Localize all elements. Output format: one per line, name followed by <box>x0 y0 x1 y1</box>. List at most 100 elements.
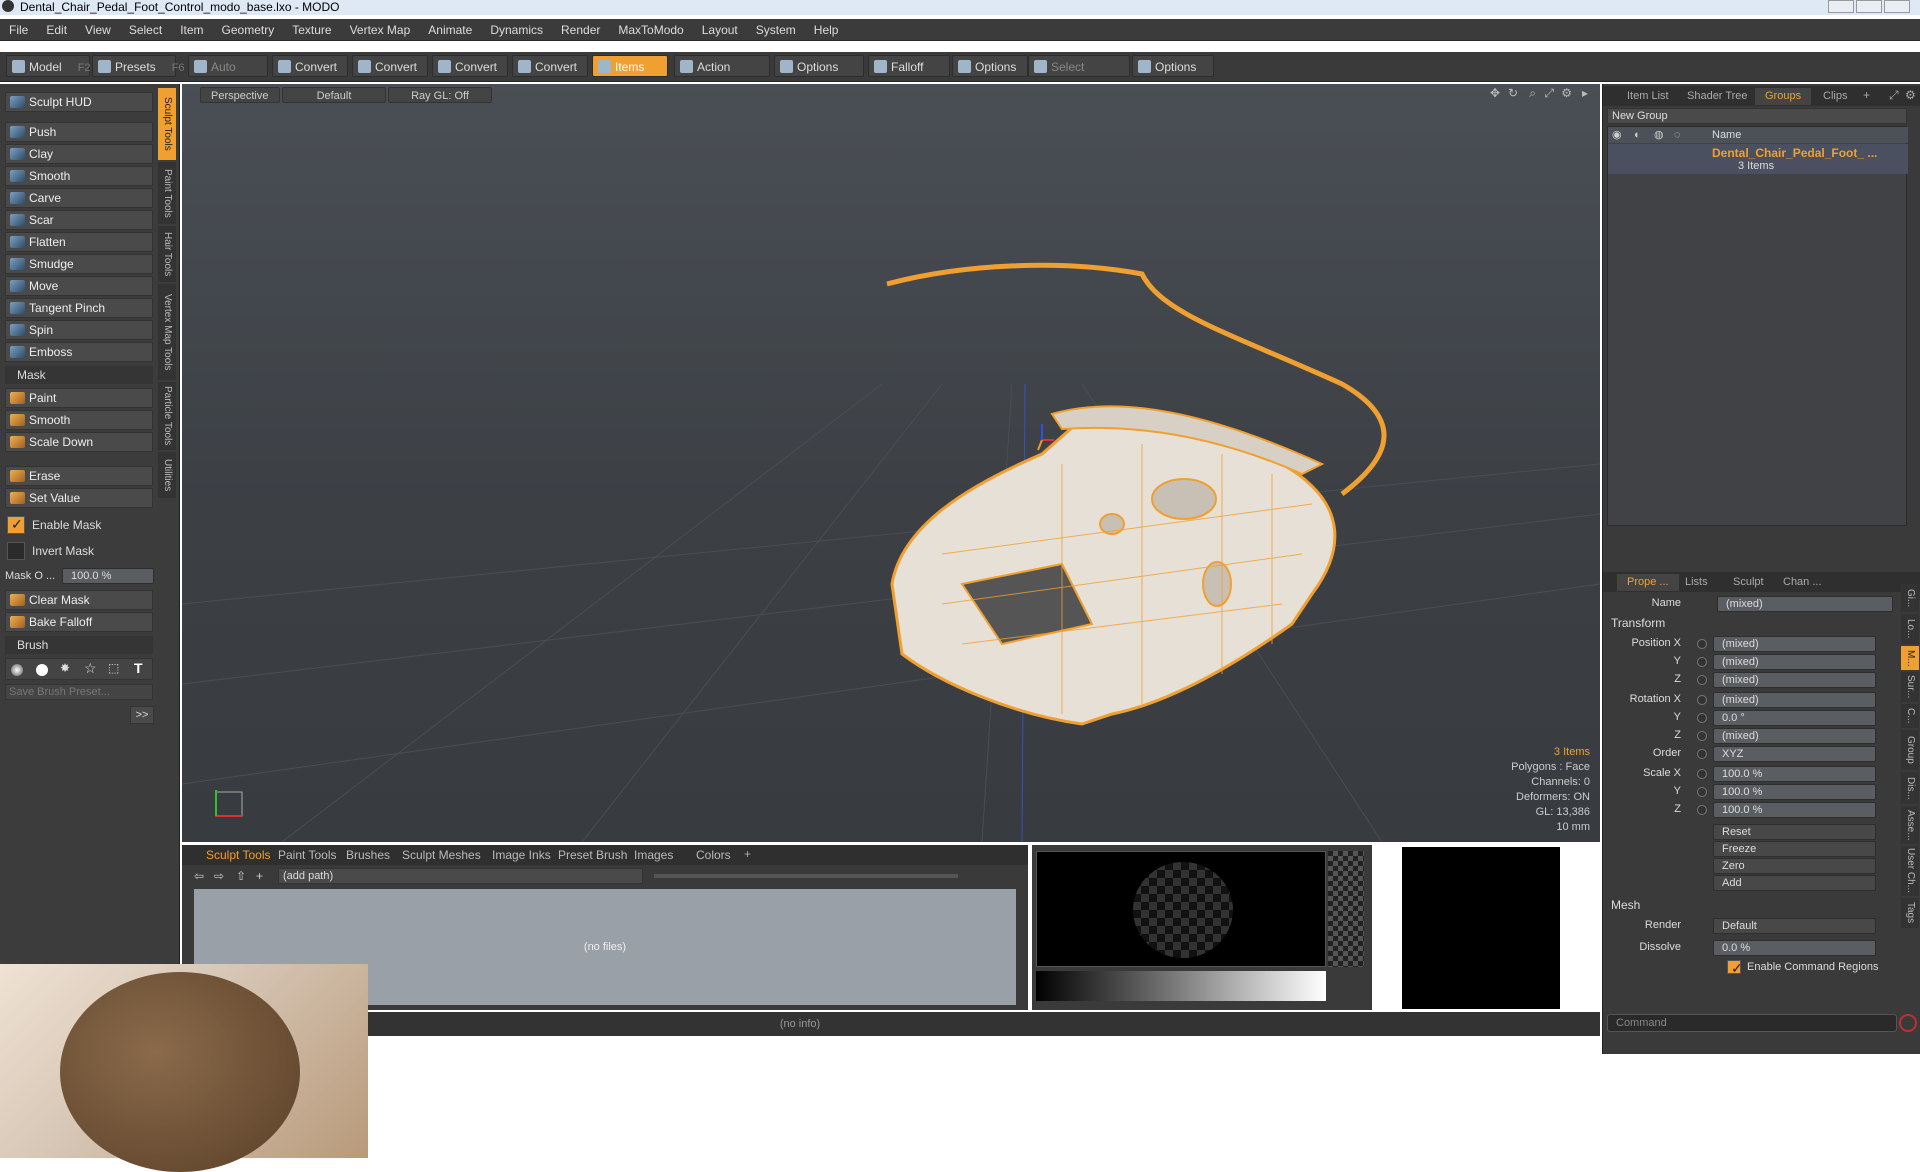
convert-button-4[interactable]: Convert <box>512 55 588 77</box>
thumbnail-size-slider[interactable] <box>654 874 958 878</box>
menu-select[interactable]: Select <box>120 19 171 41</box>
text-brush-icon[interactable]: T <box>134 660 143 676</box>
options-button-2[interactable]: Options <box>952 55 1028 77</box>
menu-texture[interactable]: Texture <box>283 19 340 41</box>
vtab-lo[interactable]: Lo... <box>1901 614 1919 644</box>
rotation-x-field[interactable]: (mixed) <box>1713 692 1876 708</box>
reset-dropdown[interactable]: Reset <box>1713 824 1876 840</box>
hard-brush-icon[interactable] <box>36 664 48 676</box>
tab-clips[interactable]: Clips <box>1813 88 1857 105</box>
new-group-button[interactable]: New Group <box>1607 108 1907 124</box>
minimize-button[interactable] <box>1828 0 1854 13</box>
key-icon[interactable] <box>1697 639 1707 649</box>
key-icon[interactable] <box>1697 769 1707 779</box>
tool-clay[interactable]: Clay <box>5 144 153 164</box>
command-input[interactable]: Command <box>1607 1014 1897 1032</box>
mask-paint[interactable]: Paint <box>5 388 153 408</box>
add-dropdown[interactable]: Add <box>1713 875 1876 891</box>
mesh-section-header[interactable]: Mesh <box>1611 898 1640 912</box>
vtab-user-ch[interactable]: User Ch... <box>1901 846 1919 896</box>
tab-utilities[interactable]: Utilities <box>158 452 176 498</box>
menu-edit[interactable]: Edit <box>37 19 76 41</box>
btab-sculpt-meshes[interactable]: Sculpt Meshes <box>396 845 487 865</box>
menu-geometry[interactable]: Geometry <box>213 19 284 41</box>
menu-animate[interactable]: Animate <box>419 19 481 41</box>
menu-help[interactable]: Help <box>805 19 848 41</box>
btab-paint-tools[interactable]: Paint Tools <box>272 845 342 865</box>
save-brush-preset-field[interactable]: Save Brush Preset... <box>5 684 153 700</box>
gear-icon[interactable]: ⚙ <box>1905 88 1916 102</box>
presets-button[interactable]: Presets F6 <box>92 55 185 77</box>
vtab-gi[interactable]: Gi... <box>1901 584 1919 612</box>
auto-select-button[interactable]: Auto Select <box>188 55 268 96</box>
bake-falloff-button[interactable]: Bake Falloff <box>5 612 153 632</box>
key-icon[interactable] <box>1697 695 1707 705</box>
tab-hair-tools[interactable]: Hair Tools <box>158 226 176 282</box>
rotation-z-field[interactable]: (mixed) <box>1713 728 1876 744</box>
key-icon[interactable] <box>1697 749 1707 759</box>
tab-sculpt-tools[interactable]: Sculpt Tools <box>158 88 176 160</box>
tab-vertex-map-tools[interactable]: Vertex Map Tools <box>158 284 176 380</box>
menu-view[interactable]: View <box>76 19 120 41</box>
vtab-dis[interactable]: Dis... <box>1901 772 1919 804</box>
vtab-group[interactable]: Group <box>1901 730 1919 770</box>
vtab-c[interactable]: C... <box>1901 704 1919 728</box>
enable-mask-checkbox[interactable] <box>7 516 25 534</box>
back-arrow-icon[interactable]: ⇦ <box>194 869 204 883</box>
vtab-tags[interactable]: Tags <box>1901 898 1919 928</box>
3d-viewport[interactable]: Perspective Default Ray GL: Off ✥ ↻ ⌕ ⤢ … <box>182 84 1600 842</box>
visibility-eye-icon[interactable]: ◉ <box>1612 127 1622 143</box>
tool-smooth[interactable]: Smooth <box>5 166 153 186</box>
select-through-button[interactable]: Select Through <box>1028 55 1130 96</box>
transform-section-header[interactable]: Transform <box>1611 616 1665 630</box>
key-icon[interactable] <box>1697 731 1707 741</box>
invert-mask-checkbox[interactable] <box>7 542 25 560</box>
select-icon[interactable]: ◌ <box>1674 127 1681 143</box>
menu-system[interactable]: System <box>747 19 805 41</box>
convert-button-1[interactable]: Convert <box>272 55 348 77</box>
menu-item[interactable]: Item <box>171 19 212 41</box>
clear-mask-button[interactable]: Clear Mask <box>5 590 153 610</box>
btab-image-inks[interactable]: Image Inks <box>486 845 557 865</box>
record-icon[interactable] <box>1899 1014 1917 1032</box>
tab-particle-tools[interactable]: Particle Tools <box>158 382 176 450</box>
menu-file[interactable]: File <box>0 19 37 41</box>
items-button[interactable]: Items <box>592 55 668 77</box>
render-icon[interactable]: ◐ <box>1634 127 1641 143</box>
menu-maxtomodo[interactable]: MaxToModo <box>609 19 692 41</box>
falloff-gradient[interactable] <box>1036 971 1326 1001</box>
mask-scale-down[interactable]: Scale Down <box>5 432 153 452</box>
btab-brushes[interactable]: Brushes <box>340 845 396 865</box>
btab-colors[interactable]: Colors <box>690 845 737 865</box>
tab-channels[interactable]: Chan ... <box>1773 574 1832 591</box>
add-path-icon[interactable]: + <box>256 869 263 883</box>
scale-z-field[interactable]: 100.0 % <box>1713 802 1876 818</box>
tab-lists[interactable]: Lists <box>1675 574 1718 591</box>
name-field[interactable]: (mixed) <box>1717 596 1893 612</box>
mask-section-header[interactable]: Mask <box>5 366 153 384</box>
btab-preset-brush[interactable]: Preset Brush <box>552 845 633 865</box>
mask-set-value[interactable]: Set Value <box>5 488 153 508</box>
more-button[interactable]: >> <box>130 706 154 724</box>
up-folder-icon[interactable]: ⇧ <box>236 869 246 883</box>
falloff-button[interactable]: Falloff <box>868 55 950 77</box>
zero-dropdown[interactable]: Zero <box>1713 858 1876 874</box>
vtab-m[interactable]: M... <box>1901 646 1919 670</box>
add-tab-icon[interactable]: + <box>744 847 751 861</box>
tab-paint-tools[interactable]: Paint Tools <box>158 162 176 224</box>
name-column-header[interactable]: Name <box>1712 127 1741 143</box>
brush-section-header[interactable]: Brush <box>5 636 153 654</box>
mask-opacity-input[interactable]: 100.0 % <box>62 568 154 584</box>
options-button-1[interactable]: Options <box>774 55 864 77</box>
enable-command-regions-checkbox[interactable] <box>1727 960 1743 977</box>
custom-brush-icon[interactable]: ⬚ <box>108 661 119 675</box>
key-icon[interactable] <box>1697 787 1707 797</box>
menu-layout[interactable]: Layout <box>693 19 747 41</box>
position-y-field[interactable]: (mixed) <box>1713 654 1876 670</box>
tool-move[interactable]: Move <box>5 276 153 296</box>
rotation-y-field[interactable]: 0.0 ° <box>1713 710 1876 726</box>
forward-arrow-icon[interactable]: ⇨ <box>214 869 224 883</box>
key-icon[interactable] <box>1697 675 1707 685</box>
splatter-brush-icon[interactable]: ✸ <box>60 661 70 675</box>
scale-y-field[interactable]: 100.0 % <box>1713 784 1876 800</box>
